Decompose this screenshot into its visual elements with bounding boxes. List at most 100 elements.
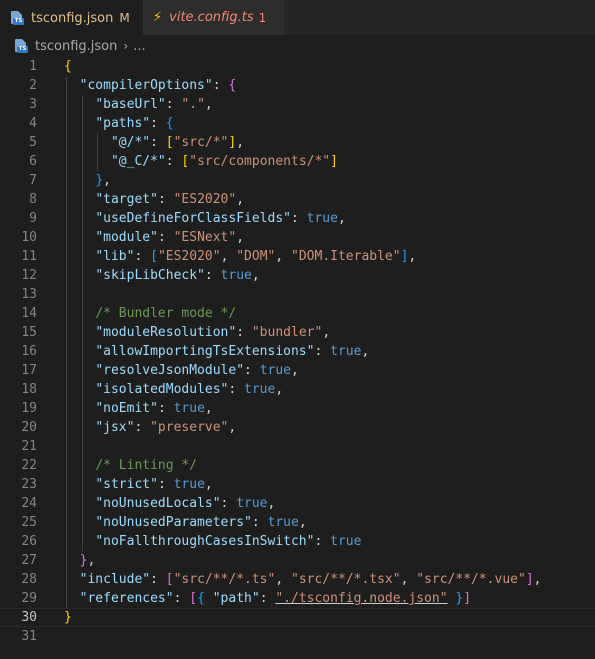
code-token: "src/*" (173, 135, 229, 150)
code-line[interactable]: 8 "target": "ES2020", (0, 190, 595, 209)
line-number: 24 (21, 496, 37, 511)
code-token: } (64, 610, 72, 625)
tab-vite-config[interactable]: ⚡ vite.config.ts 1 (143, 0, 285, 35)
code-token: , (103, 173, 111, 188)
line-number: 31 (21, 629, 37, 644)
code-line[interactable]: 23 "strict": true, (0, 475, 595, 494)
code-token: "references" (79, 591, 174, 606)
code-line[interactable]: 18 "isolatedModules": true, (0, 380, 595, 399)
code-token: "path" (212, 591, 260, 606)
tab-tsconfig[interactable]: TS tsconfig.json M (0, 0, 143, 35)
line-content: "skipLibCheck": true, (95, 266, 259, 285)
line-content: }, (95, 171, 111, 190)
code-line[interactable]: 15 "moduleResolution": "bundler", (0, 323, 595, 342)
code-line[interactable]: 2 "compilerOptions": { (0, 76, 595, 95)
code-line[interactable]: 27}, (0, 551, 595, 570)
code-line[interactable]: 6 "@_C/*": ["src/components/*"] (0, 152, 595, 171)
code-line[interactable]: 20 "jsx": "preserve", (0, 418, 595, 437)
line-number: 22 (21, 458, 37, 473)
code-token: "DOM.Iterable" (291, 249, 401, 264)
line-number: 21 (21, 439, 37, 454)
indent-guide (81, 114, 83, 133)
code-line[interactable]: 22 /* Linting */ (0, 456, 595, 475)
line-number: 27 (21, 553, 37, 568)
line-number: 10 (21, 230, 37, 245)
code-token: : (157, 192, 174, 207)
code-token: "target" (95, 192, 158, 207)
code-token: ] (525, 572, 534, 587)
code-line[interactable]: 16 "allowImportingTsExtensions": true, (0, 342, 595, 361)
code-line[interactable]: 1{ (0, 57, 595, 76)
code-line[interactable]: 11 "lib": ["ES2020", "DOM", "DOM.Iterable… (0, 247, 595, 266)
code-line[interactable]: 4 "paths": { (0, 114, 595, 133)
code-token: "useDefineForClassFields" (95, 211, 291, 226)
line-number: 19 (21, 401, 37, 416)
code-token: true (236, 496, 268, 511)
code-line[interactable]: 19 "noEmit": true, (0, 399, 595, 418)
code-token: "jsx" (95, 420, 135, 435)
lightning-bolt-icon: ⚡ (153, 10, 163, 25)
indent-guide (81, 380, 83, 399)
code-token: , (337, 211, 346, 226)
code-token: { (64, 59, 72, 74)
code-line[interactable]: 29 "references": [{ "path": "./tsconfig.n… (0, 589, 595, 608)
code-line[interactable]: 21 (0, 437, 595, 456)
code-line[interactable]: 3 "baseUrl": ".", (0, 95, 595, 114)
indent-guide (66, 475, 67, 494)
code-token: : (150, 135, 166, 150)
line-number: 7 (29, 173, 37, 188)
indent-guide (66, 285, 67, 304)
code-line[interactable]: 24 "noUnusedLocals": true, (0, 494, 595, 513)
code-line[interactable]: 14 /* Bundler mode */ (0, 304, 595, 323)
code-line[interactable]: 7}, (0, 171, 595, 190)
line-content: "baseUrl": ".", (95, 95, 212, 114)
code-line[interactable]: 28 "include": ["src/**/*.ts", "src/**/*.t… (0, 570, 595, 589)
line-number: 23 (21, 477, 37, 492)
indent-guide (66, 95, 67, 114)
code-token: : (236, 325, 252, 340)
line-number: 29 (21, 591, 37, 606)
code-line[interactable]: 25 "noUnusedParameters": true, (0, 513, 595, 532)
code-token: , (275, 249, 292, 264)
indent-guide (66, 513, 67, 532)
tab-label: tsconfig.json (31, 10, 114, 26)
code-line[interactable]: 12 "skipLibCheck": true, (0, 266, 595, 285)
line-content: /* Linting */ (95, 456, 197, 475)
breadcrumb-ellipsis[interactable]: ... (133, 39, 145, 54)
code-line[interactable]: 30} (0, 608, 595, 627)
code-token: ] (463, 591, 472, 606)
code-token: "@_C/*" (110, 154, 166, 169)
line-content: /* Bundler mode */ (95, 304, 236, 323)
code-token: , (267, 496, 276, 511)
line-number: 20 (21, 420, 37, 435)
code-token: "preserve" (150, 420, 229, 435)
indent-guide (66, 437, 67, 456)
indent-guide (66, 570, 67, 589)
indent-guide (81, 190, 83, 209)
code-token: [ (165, 572, 174, 587)
code-line[interactable]: 13 (0, 285, 595, 304)
code-line[interactable]: 9 "useDefineForClassFields": true, (0, 209, 595, 228)
code-area[interactable]: 1{2 "compilerOptions": {3 "baseUrl": ".", 4… (0, 57, 595, 646)
code-line[interactable]: 10 "module": "ESNext", (0, 228, 595, 247)
code-line[interactable]: 17 "resolveJsonModule": true, (0, 361, 595, 380)
code-line[interactable]: 31 (0, 627, 595, 646)
code-token: "baseUrl" (95, 97, 166, 112)
problem-count-badge: 1 (258, 10, 267, 25)
code-token: "DOM" (236, 249, 276, 264)
line-content: }, (80, 551, 96, 570)
code-token: , (408, 249, 417, 264)
indent-guide (66, 361, 67, 380)
code-token: "@/*" (110, 135, 151, 150)
code-token: } (447, 591, 464, 606)
code-line[interactable]: 26 "noFallthroughCasesInSwitch": true (0, 532, 595, 551)
breadcrumb-file[interactable]: tsconfig.json (35, 39, 117, 54)
code-token: "moduleResolution" (95, 325, 237, 340)
line-content: "noUnusedLocals": true, (95, 494, 275, 513)
code-line[interactable]: 5 "@/*": ["src/*"], (0, 133, 595, 152)
line-number: 5 (29, 135, 37, 150)
code-token: : (157, 230, 174, 245)
code-token: "noUnusedParameters" (95, 515, 252, 530)
line-number: 15 (21, 325, 37, 340)
line-content: "references": [{ "path": "./tsconfig.nod… (80, 589, 471, 608)
